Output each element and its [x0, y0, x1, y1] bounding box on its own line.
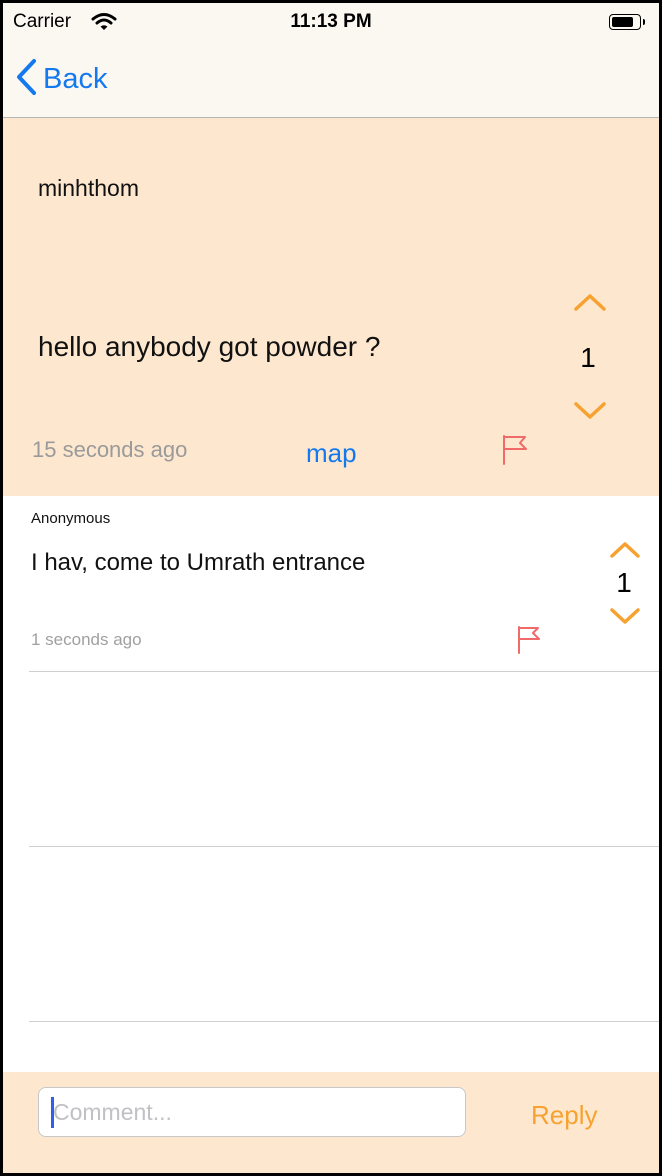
- row-separator: [29, 846, 659, 847]
- reply-bar: Reply: [3, 1072, 659, 1173]
- flag-icon[interactable]: [501, 434, 529, 471]
- battery-icon: [609, 14, 645, 30]
- map-link[interactable]: map: [306, 438, 357, 469]
- status-bar: Carrier 11:13 PM: [3, 3, 659, 43]
- post-vote-count: 1: [580, 342, 596, 373]
- downvote-chevron-down-icon[interactable]: [609, 606, 641, 631]
- row-separator: [29, 1021, 659, 1022]
- back-label: Back: [43, 62, 108, 95]
- comment-field[interactable]: [38, 1087, 466, 1137]
- post-card: minhthom hello anybody got powder ? 15 s…: [3, 118, 659, 496]
- screen: Carrier 11:13 PM Back minhthom hello any…: [3, 3, 659, 1173]
- comment-row: Anonymous I hav, come to Umrath entrance…: [3, 496, 659, 672]
- status-time: 11:13 PM: [290, 11, 372, 32]
- post-author: minhthom: [38, 175, 139, 201]
- comment-vote-count: 1: [616, 567, 632, 598]
- upvote-chevron-up-icon[interactable]: [609, 540, 641, 565]
- nav-bar: Back: [3, 43, 659, 118]
- row-separator: [29, 671, 659, 672]
- post-body: hello anybody got powder ?: [38, 331, 381, 362]
- chevron-left-icon: [15, 58, 37, 101]
- comment-timestamp: 1 seconds ago: [31, 630, 142, 649]
- comment-body: I hav, come to Umrath entrance: [31, 549, 366, 576]
- back-button[interactable]: Back: [15, 58, 108, 101]
- upvote-chevron-up-icon[interactable]: [573, 291, 607, 318]
- comment-input[interactable]: [53, 1088, 453, 1136]
- downvote-chevron-down-icon[interactable]: [573, 400, 607, 427]
- comment-author: Anonymous: [31, 510, 111, 527]
- reply-button[interactable]: Reply: [531, 1100, 597, 1131]
- flag-icon[interactable]: [516, 625, 542, 660]
- post-timestamp: 15 seconds ago: [32, 437, 188, 462]
